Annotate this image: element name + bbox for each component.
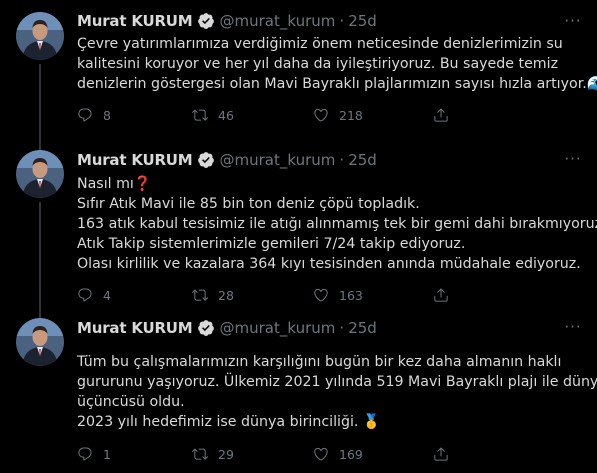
tweet-line: Çevre yatırımlarımıza verdiğimiz önem ne… xyxy=(77,36,563,52)
retweet-button[interactable]: 29 xyxy=(192,446,234,462)
avatar[interactable] xyxy=(16,12,64,60)
share-icon xyxy=(434,288,448,302)
tweet-actions: 4 28 163 xyxy=(77,287,587,307)
share-icon xyxy=(434,447,448,461)
reply-count: 1 xyxy=(103,446,111,462)
tweet-line: denizlerin göstergesi olan Mavi Bayraklı… xyxy=(77,76,597,92)
author-handle[interactable]: @murat_kurum xyxy=(220,319,336,337)
retweet-icon xyxy=(192,289,208,301)
author-handle[interactable]: @murat_kurum xyxy=(220,151,336,169)
author-handle[interactable]: @murat_kurum xyxy=(220,12,336,30)
timestamp[interactable]: 25d xyxy=(348,12,377,30)
more-icon[interactable]: ··· xyxy=(560,12,586,32)
tweet-header: Murat KURUM @murat_kurum · 25d xyxy=(77,150,377,170)
author-name[interactable]: Murat KURUM xyxy=(77,151,193,169)
tweet-header: Murat KURUM @murat_kurum · 25d xyxy=(77,318,377,338)
retweet-button[interactable]: 46 xyxy=(192,107,234,123)
reply-icon xyxy=(78,447,92,461)
tweet-line: Tüm bu çalışmalarımızın karşılığını bugü… xyxy=(77,354,562,370)
thread-connector xyxy=(39,202,41,318)
share-button[interactable] xyxy=(433,446,459,462)
heart-icon xyxy=(314,447,328,461)
retweet-count: 28 xyxy=(218,287,234,303)
reply-button[interactable]: 1 xyxy=(77,446,111,462)
avatar[interactable] xyxy=(16,318,64,366)
heart-icon xyxy=(314,288,328,302)
separator: · xyxy=(339,319,345,337)
tweet-text: Çevre yatırımlarımıza verdiğimiz önem ne… xyxy=(77,34,597,94)
more-icon[interactable]: ··· xyxy=(560,318,586,338)
reply-count: 4 xyxy=(103,287,111,303)
reply-icon xyxy=(78,108,92,122)
like-button[interactable]: 163 xyxy=(313,287,363,303)
separator: · xyxy=(339,151,345,169)
author-name[interactable]: Murat KURUM xyxy=(77,12,193,30)
tweet[interactable]: Murat KURUM @murat_kurum · 25d ··· Tüm b… xyxy=(0,318,597,473)
verified-badge-icon xyxy=(197,319,215,337)
tweet[interactable]: Murat KURUM @murat_kurum · 25d ··· Çevre… xyxy=(0,0,597,154)
tweet-line: Olası kirlilik ve kazalara 364 kıyı tesi… xyxy=(77,256,581,272)
retweet-icon xyxy=(192,448,208,460)
tweet-line: kalitesini koruyor ve her yıl daha da iy… xyxy=(77,56,559,72)
retweet-button[interactable]: 28 xyxy=(192,287,234,303)
avatar[interactable] xyxy=(16,150,64,198)
tweet-line: üçüncüsü oldu. xyxy=(77,394,185,410)
share-button[interactable] xyxy=(433,107,459,123)
tweet-text: Nasıl mı❓ Sıfır Atık Mavi ile 85 bin ton… xyxy=(77,174,597,274)
tweet-line: Nasıl mı❓ xyxy=(77,176,152,192)
tweet-line: Sıfır Atık Mavi ile 85 bin ton deniz çöp… xyxy=(77,196,420,212)
reply-count: 8 xyxy=(103,107,111,123)
timestamp[interactable]: 25d xyxy=(348,151,377,169)
author-name[interactable]: Murat KURUM xyxy=(77,319,193,337)
timestamp[interactable]: 25d xyxy=(348,319,377,337)
reply-button[interactable]: 8 xyxy=(77,107,111,123)
more-icon[interactable]: ··· xyxy=(560,150,586,170)
verified-badge-icon xyxy=(197,151,215,169)
tweet-line: 163 atık kabul tesisimiz ile atığı alınm… xyxy=(77,216,597,232)
share-icon xyxy=(434,108,448,122)
reply-button[interactable]: 4 xyxy=(77,287,111,303)
verified-badge-icon xyxy=(197,12,215,30)
tweet-line: Atık Takip sistemlerimizle gemileri 7/24… xyxy=(77,236,466,252)
like-count: 163 xyxy=(339,287,363,303)
retweet-count: 46 xyxy=(218,107,234,123)
tweet-line: gururunu yaşıyoruz. Ülkemiz 2021 yılında… xyxy=(77,374,597,390)
tweet-actions: 8 46 218 xyxy=(77,107,587,127)
tweet-text: Tüm bu çalışmalarımızın karşılığını bugü… xyxy=(77,352,597,432)
tweet-header: Murat KURUM @murat_kurum · 25d xyxy=(77,11,377,31)
reply-icon xyxy=(78,288,92,302)
thread-connector xyxy=(39,64,41,154)
like-count: 169 xyxy=(339,446,363,462)
separator: · xyxy=(339,12,345,30)
retweet-count: 29 xyxy=(218,446,234,462)
tweet-actions: 1 29 169 xyxy=(77,446,587,466)
retweet-icon xyxy=(192,109,208,121)
like-button[interactable]: 169 xyxy=(313,446,363,462)
share-button[interactable] xyxy=(433,287,459,303)
tweet[interactable]: Murat KURUM @murat_kurum · 25d ··· Nasıl… xyxy=(0,150,597,318)
like-count: 218 xyxy=(339,107,363,123)
tweet-line: 2023 yılı hedefimiz ise dünya birinciliğ… xyxy=(77,414,381,430)
heart-icon xyxy=(314,108,328,122)
like-button[interactable]: 218 xyxy=(313,107,363,123)
